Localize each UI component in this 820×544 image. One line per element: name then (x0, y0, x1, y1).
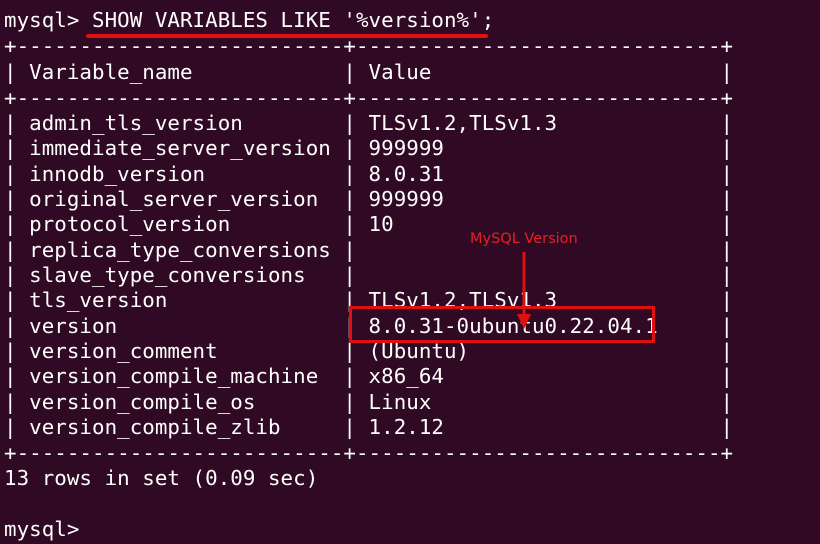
table-row: | version_compile_zlib | 1.2.12 | (4, 415, 734, 439)
table-row: | innodb_version | 8.0.31 | (4, 162, 734, 186)
table-row: | replica_type_conversions | | (4, 238, 734, 262)
command-underline-annotation (86, 34, 488, 38)
table-row: | version_compile_machine | x86_64 | (4, 364, 734, 388)
table-border-mid: +--------------------------+------------… (4, 86, 734, 110)
terminal-window[interactable]: mysql> SHOW VARIABLES LIKE '%version%'; … (0, 0, 820, 544)
table-row: | version_compile_os | Linux | (4, 390, 734, 414)
table-row: | admin_tls_version | TLSv1.2,TLSv1.3 | (4, 111, 734, 135)
version-highlight-box (349, 306, 655, 343)
table-row: | immediate_server_version | 999999 | (4, 136, 734, 160)
table-row: | protocol_version | 10 | (4, 212, 734, 236)
table-row: | original_server_version | 999999 | (4, 187, 734, 211)
table-header: | Variable_name | Value | (4, 60, 734, 84)
final-prompt[interactable]: mysql> (4, 517, 92, 542)
table-row: | slave_type_conversions | | (4, 263, 734, 287)
annotation-label: MySQL Version (470, 231, 578, 247)
command-line: mysql> SHOW VARIABLES LIKE '%version%'; (4, 8, 495, 32)
result-summary: 13 rows in set (0.09 sec) (4, 466, 319, 490)
table-border-bottom: +--------------------------+------------… (4, 441, 734, 465)
